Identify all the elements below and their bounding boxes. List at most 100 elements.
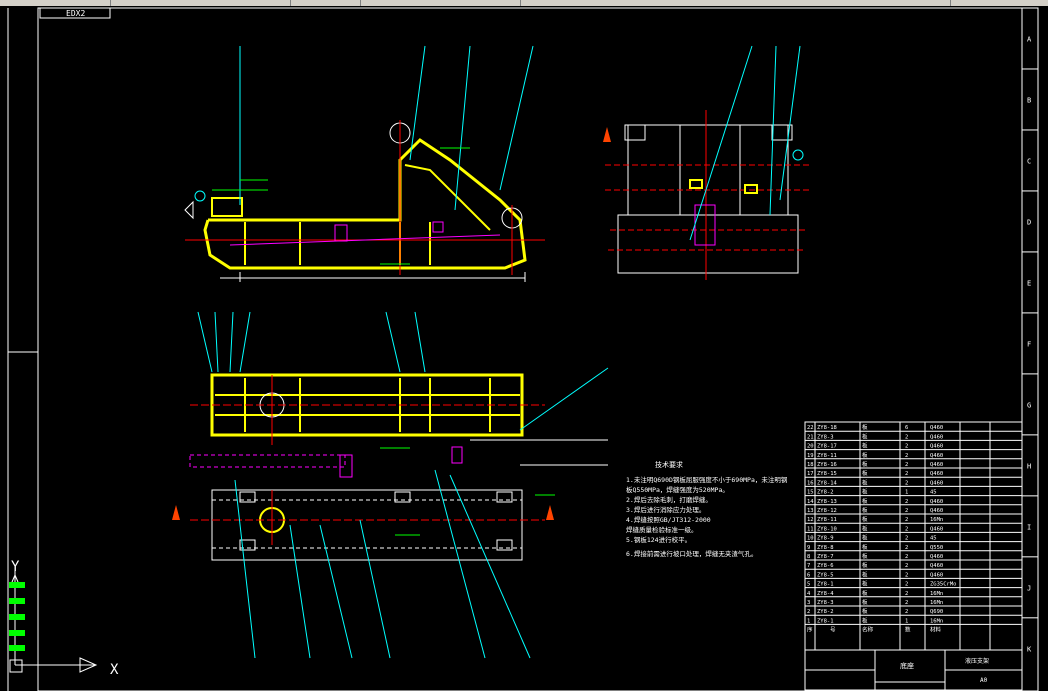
bom-cell: 2 — [905, 600, 908, 606]
drawing-tab-label: EDX2 — [66, 9, 85, 18]
title-block-code: 液压支架 — [965, 657, 989, 665]
bom-cell: 2 — [905, 572, 908, 578]
bom-cell: 板 — [862, 552, 868, 560]
bom-cell: 板 — [862, 432, 868, 440]
tech-requirement-line: 3.焊后进行消除应力处理。 — [626, 505, 705, 514]
bom-cell: 2 — [905, 508, 908, 514]
bom-cell: 板 — [862, 543, 868, 551]
border-letter: A — [1027, 35, 1032, 43]
bom-cell: 板 — [862, 598, 868, 606]
bom-header-cell: 序 — [807, 626, 813, 634]
bom-cell: 14 — [807, 499, 814, 505]
border-letter: E — [1027, 279, 1031, 287]
bom-cell: 板 — [862, 616, 868, 624]
bom-cell: 2 — [905, 536, 908, 542]
bom-cell: 6 — [905, 425, 908, 431]
axis-x-label: X — [110, 662, 119, 678]
bom-header-cell: 名称 — [862, 626, 874, 634]
bom-cell: ZY8-15 — [817, 471, 837, 477]
bom-cell: 2 — [905, 582, 908, 588]
border-letter: B — [1027, 96, 1031, 104]
bom-cell: 4 — [807, 591, 811, 597]
bom-cell: 板 — [862, 570, 868, 578]
reference-markers — [172, 127, 611, 520]
bom-cell: 16Mn — [930, 600, 943, 606]
bom-cell: 16Mn — [930, 618, 943, 624]
bom-cell: 板 — [862, 524, 868, 532]
bom-cell: 板 — [862, 497, 868, 505]
bom-cell: 2 — [905, 554, 908, 560]
bom-cell: 板 — [862, 423, 868, 431]
bom-cell: ZY8-10 — [817, 526, 837, 532]
bom-cell: 板 — [862, 534, 868, 542]
bom-cell: 18 — [807, 462, 814, 468]
bom-cell: 19 — [807, 453, 814, 459]
bom-cell: ZY8-11 — [817, 517, 837, 523]
bom-cell: ZY8-8 — [817, 545, 834, 551]
bom-cell: ZY8-2 — [817, 490, 834, 496]
bom-cell: 板 — [862, 469, 868, 477]
bom-cell: 2 — [905, 545, 908, 551]
border-letter: K — [1027, 645, 1032, 653]
tech-requirements-title: 技术要求 — [655, 460, 683, 469]
bom-cell: ZY8-16 — [817, 462, 837, 468]
bom-cell: 2 — [905, 526, 908, 532]
bom-cell: 2 — [905, 591, 908, 597]
bom-cell: Q460 — [930, 499, 943, 505]
border-letter: C — [1027, 157, 1031, 165]
bom-cell: Q460 — [930, 453, 943, 459]
border-letter: J — [1027, 584, 1031, 592]
border-letter: G — [1027, 401, 1031, 409]
bom-cell: 10 — [807, 536, 814, 542]
bom-cell: 2 — [905, 563, 908, 569]
bom-cell: 板 — [862, 478, 868, 486]
bom-cell: 板 — [862, 451, 868, 459]
bom-cell: 20 — [807, 444, 814, 450]
technical-requirements: 技术要求 1.未注明Q690D钢板屈服强度不小于690MPa，未注明钢 板Q55… — [626, 460, 788, 558]
bom-cell: Q460 — [930, 425, 943, 431]
bom-cell: 板 — [862, 442, 868, 450]
bom-cell: ZY8-9 — [817, 536, 834, 542]
bom-cell: 7 — [807, 563, 810, 569]
bom-cell: ZY8-14 — [817, 480, 838, 486]
bom-cell: 21 — [807, 434, 814, 440]
bom-cell: Q460 — [930, 563, 943, 569]
bom-cell: 板 — [862, 589, 868, 597]
border-letter: F — [1027, 340, 1031, 348]
bom-cell: 1 — [807, 618, 810, 624]
bom-cell: 6 — [807, 572, 810, 578]
bom-cell: 板 — [862, 515, 868, 523]
bom-cell: ZY8-6 — [817, 563, 834, 569]
bom-cell: 2 — [905, 453, 908, 459]
bom-cell: ZY8-18 — [817, 425, 837, 431]
cad-drawing-canvas[interactable]: EDX2 ABCDEFGHIJK 技术要求 1.未注明Q690D钢板屈服强度不小… — [0, 6, 1048, 691]
bom-cell: 板 — [862, 488, 868, 496]
bom-cell: ZG35CrMo — [930, 582, 957, 588]
bom-cell: 16Mn — [930, 591, 943, 597]
bom-cell: 板 — [862, 607, 868, 615]
bom-cell: 板 — [862, 561, 868, 569]
axis-y-label: Y — [11, 559, 20, 575]
bom-cell: Q460 — [930, 471, 943, 477]
bom-cell: ZY8-12 — [817, 508, 837, 514]
bom-cell: ZY8-11 — [817, 453, 837, 459]
bom-cell: 板 — [862, 460, 868, 468]
bom-cell: 板 — [862, 506, 868, 514]
bom-cell: 2 — [905, 462, 908, 468]
border-letter: H — [1027, 462, 1031, 470]
plan-view — [189, 311, 609, 659]
bom-cell: Q460 — [930, 526, 943, 532]
bom-cell: ZY8-3 — [817, 434, 834, 440]
bom-cell: 13 — [807, 508, 814, 514]
bom-cell: 2 — [905, 609, 908, 615]
tech-requirement-line: 6.焊接前需进行坡口处理，焊缝无夹渣气孔。 — [626, 549, 757, 558]
bom-cell: 1 — [905, 618, 908, 624]
drawing-frame — [37, 7, 1039, 691]
tech-requirement-line: 4.焊缝按照GB/JT312-2000 — [626, 515, 711, 524]
bom-cell: Q460 — [930, 480, 943, 486]
bom-cell: 2 — [905, 480, 908, 486]
bom-cell: 9 — [807, 545, 810, 551]
tech-requirement-line: 1.未注明Q690D钢板屈服强度不小于690MPa，未注明钢 — [626, 475, 788, 484]
bom-cell: ZY8-7 — [817, 554, 834, 560]
bom-cell: 11 — [807, 526, 814, 532]
